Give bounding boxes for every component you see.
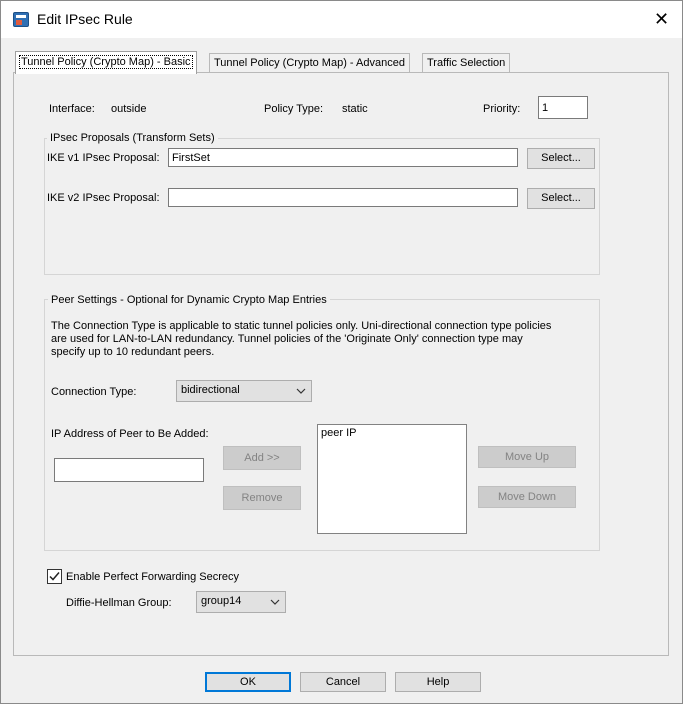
close-icon: ✕	[653, 9, 670, 29]
peer-settings-legend: Peer Settings - Optional for Dynamic Cry…	[48, 294, 330, 306]
dh-group-label: Diffie-Hellman Group:	[66, 597, 172, 609]
ikev2-select-button[interactable]: Select...	[527, 188, 595, 209]
policy-type-value: static	[342, 103, 368, 115]
ikev1-proposal-label: IKE v1 IPsec Proposal:	[47, 152, 160, 164]
ipsec-proposals-legend: IPsec Proposals (Transform Sets)	[47, 132, 218, 144]
close-button[interactable]: ✕	[641, 1, 682, 38]
ikev1-proposal-input[interactable]	[168, 148, 518, 167]
checkmark-icon	[49, 572, 60, 581]
tab-panel-basic: Interface: outside Policy Type: static P…	[13, 72, 669, 656]
tab-basic[interactable]: Tunnel Policy (Crypto Map) - Basic	[15, 51, 197, 74]
tab-traffic-selection[interactable]: Traffic Selection	[422, 53, 511, 73]
peer-description-line-1: The Connection Type is applicable to sta…	[51, 320, 552, 332]
connection-type-value: bidirectional	[181, 384, 240, 396]
move-down-button[interactable]: Move Down	[478, 486, 576, 508]
chevron-down-icon	[296, 388, 306, 394]
add-peer-button[interactable]: Add >>	[223, 446, 301, 470]
tab-advanced-label: Tunnel Policy (Crypto Map) - Advanced	[214, 57, 405, 69]
interface-value: outside	[111, 103, 147, 115]
peer-description-line-2: are used for LAN-to-LAN redundancy. Tunn…	[51, 333, 523, 345]
tab-basic-label: Tunnel Policy (Crypto Map) - Basic	[19, 55, 193, 69]
dh-group-select[interactable]: group14	[196, 591, 286, 613]
edit-ipsec-rule-dialog: Edit IPsec Rule ✕ Tunnel Policy (Crypto …	[0, 0, 683, 704]
dh-group-value: group14	[201, 595, 242, 607]
peer-list-item[interactable]: peer IP	[321, 427, 463, 439]
ikev2-proposal-input[interactable]	[168, 188, 518, 207]
priority-input[interactable]	[538, 96, 588, 119]
priority-label: Priority:	[483, 103, 521, 115]
peer-ip-input[interactable]	[54, 458, 204, 482]
connection-type-label: Connection Type:	[51, 386, 137, 398]
tab-advanced[interactable]: Tunnel Policy (Crypto Map) - Advanced	[209, 53, 410, 73]
connection-type-select[interactable]: bidirectional	[176, 380, 312, 402]
remove-peer-button[interactable]: Remove	[223, 486, 301, 510]
title-bar: Edit IPsec Rule ✕	[1, 1, 682, 38]
move-up-button[interactable]: Move Up	[478, 446, 576, 468]
window-title: Edit IPsec Rule	[37, 11, 133, 27]
ok-button[interactable]: OK	[205, 672, 291, 692]
peer-list[interactable]: peer IP	[317, 424, 467, 534]
cancel-button[interactable]: Cancel	[300, 672, 386, 692]
peer-description-line-3: specify up to 10 redundant peers.	[51, 346, 215, 358]
help-button[interactable]: Help	[395, 672, 481, 692]
peer-ip-label: IP Address of Peer to Be Added:	[51, 428, 209, 440]
app-icon	[13, 12, 29, 27]
interface-label: Interface:	[49, 103, 95, 115]
ikev2-proposal-label: IKE v2 IPsec Proposal:	[47, 192, 160, 204]
policy-type-label: Policy Type:	[264, 103, 324, 115]
pfs-checkbox[interactable]	[47, 569, 62, 584]
tab-traffic-selection-label: Traffic Selection	[427, 57, 506, 69]
pfs-label: Enable Perfect Forwarding Secrecy	[66, 571, 240, 583]
chevron-down-icon	[270, 599, 280, 605]
ikev1-select-button[interactable]: Select...	[527, 148, 595, 169]
